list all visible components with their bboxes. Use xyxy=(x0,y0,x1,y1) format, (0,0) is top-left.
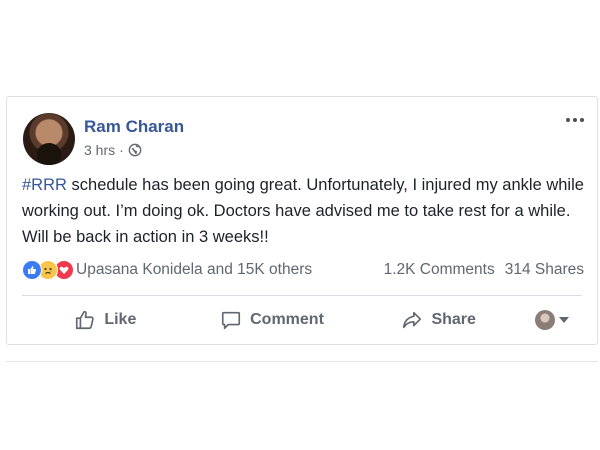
shares-count[interactable]: 314 Shares xyxy=(505,261,584,279)
comment-button[interactable]: Comment xyxy=(189,302,356,338)
hashtag-link[interactable]: #RRR xyxy=(22,176,67,194)
like-reaction-icon xyxy=(22,260,42,280)
post-text: #RRR schedule has been going great. Unfo… xyxy=(22,172,594,250)
caret-down-icon xyxy=(559,317,570,323)
reaction-icons[interactable] xyxy=(22,260,74,280)
like-label: Like xyxy=(104,311,137,328)
comments-count[interactable]: 1.2K Comments xyxy=(384,261,495,279)
viewer-avatar xyxy=(535,310,556,330)
reactions-bar: Upasana Konidela and 15K others 1.2K Com… xyxy=(22,257,584,283)
engagement-counts: 1.2K Comments 314 Shares xyxy=(384,261,584,279)
share-arrow-icon xyxy=(403,311,422,329)
author-avatar[interactable] xyxy=(23,113,75,165)
more-dot-icon xyxy=(566,118,570,122)
post-timestamp[interactable]: 3 hrs xyxy=(84,142,115,158)
comment-icon xyxy=(222,311,241,330)
comment-label: Comment xyxy=(250,311,324,328)
share-label: Share xyxy=(431,311,476,328)
post-meta: 3 hrs · xyxy=(84,142,142,158)
more-dot-icon xyxy=(573,118,577,122)
share-button[interactable]: Share xyxy=(355,302,522,338)
meta-separator: · xyxy=(119,142,124,158)
more-options-button[interactable] xyxy=(563,113,587,127)
reactors-summary[interactable]: Upasana Konidela and 15K others xyxy=(76,261,312,279)
like-button[interactable]: Like xyxy=(22,302,189,338)
page-divider xyxy=(6,361,598,362)
action-bar: Like Comment Share xyxy=(22,302,582,338)
more-dot-icon xyxy=(580,118,584,122)
actions-divider xyxy=(22,295,582,296)
globe-icon[interactable] xyxy=(128,143,142,157)
thumbs-up-icon xyxy=(76,310,95,330)
post-card: Ram Charan 3 hrs · #RRR schedule has bee… xyxy=(6,96,598,345)
author-name[interactable]: Ram Charan xyxy=(84,117,184,137)
react-as-selector[interactable] xyxy=(522,302,582,338)
post-body: schedule has been going great. Unfortuna… xyxy=(22,176,584,246)
